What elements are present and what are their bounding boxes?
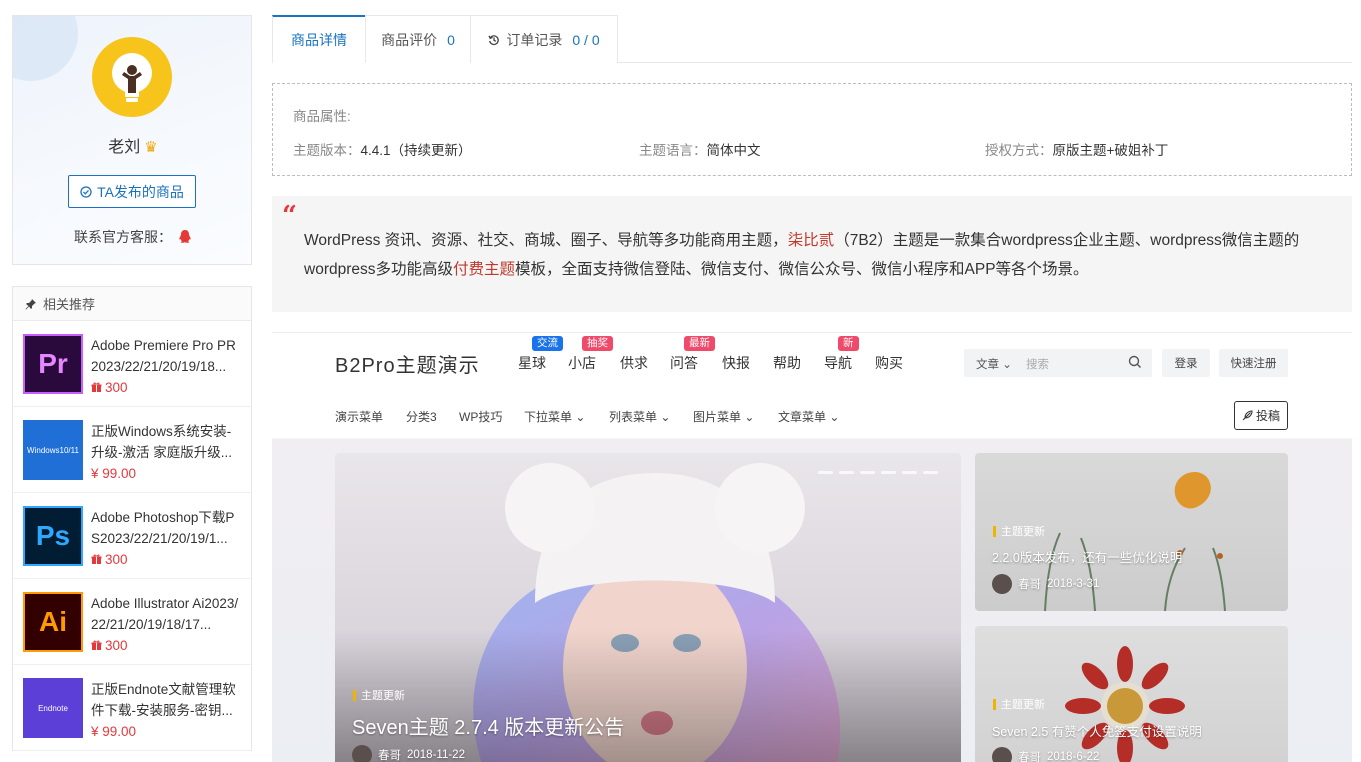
tab-order-records[interactable]: 订单记录 0 / 0 <box>470 15 618 63</box>
slide-title: Seven 2.5 有赞个人免签支付设置说明 <box>992 725 1202 739</box>
preview-subnav-item: 文章菜单 ⌄ <box>778 410 840 424</box>
related-item-title[interactable]: Adobe Illustrator Ai2023/22/21/20/19/18/… <box>91 593 243 635</box>
preview-subnav-item: 图片菜单 ⌄ <box>693 410 755 424</box>
highlight-link[interactable]: 柒比贰 <box>788 232 835 249</box>
preview-subnav-item: 演示菜单 <box>335 410 384 424</box>
preview-post-button: 投稿 <box>1234 401 1288 430</box>
preview-nav-badge: 新 <box>838 336 859 351</box>
avatar <box>992 747 1012 762</box>
preview-subnav-item: 分类3 <box>406 410 437 424</box>
preview-main-slide: 主题更新 Seven主题 2.7.4 版本更新公告 春哥 2018-11-22 <box>335 453 961 762</box>
preview-login: 登录 <box>1162 349 1210 377</box>
history-icon <box>488 34 500 45</box>
preview-nav-item: 小店 <box>568 355 596 371</box>
author-products-button[interactable]: TA发布的商品 <box>68 175 196 208</box>
attribute-license: 授权方式：原版主题+破姐补丁 <box>985 143 1169 158</box>
related-item-price: ¥ 99.00 <box>91 724 137 739</box>
related-item-title[interactable]: Adobe Premiere Pro PR 2023/22/21/20/19/1… <box>91 335 243 377</box>
preview-nav-badge: 最新 <box>684 336 715 351</box>
product-attributes: 商品属性: 主题版本：4.4.1（持续更新） 主题语言：简体中文 授权方式：原版… <box>272 83 1352 176</box>
preview-search-placeholder: 搜索 <box>1026 359 1049 371</box>
theme-preview-image: B2Pro主题演示 星球 交流 小店 抽奖 供求 问答 最新 快报 帮助 导航 新购买 文章 ⌄ 搜… <box>272 332 1352 762</box>
slide-title: 2.2.0版本发布，还有一些优化说明 <box>992 551 1183 565</box>
related-item-price: ¥ 99.00 <box>91 466 137 481</box>
preview-nav-item: 星球 <box>518 355 546 371</box>
crown-icon: ♛ <box>144 139 158 156</box>
related-item[interactable]: Windows10/11 正版Windows系统安装-升级-激活 家庭版升级...… <box>13 407 251 493</box>
related-heading: 相关推荐 <box>13 287 251 321</box>
preview-side-slide: 主题更新 Seven 2.5 有赞个人免签支付设置说明 春哥 2018-6-22 <box>975 626 1288 762</box>
gift-icon <box>91 382 102 392</box>
related-item-price: 300 <box>91 638 128 653</box>
decorative-blob <box>13 16 78 81</box>
attribute-language: 主题语言：简体中文 <box>639 143 761 158</box>
pin-icon <box>25 298 36 309</box>
slide-tag: 主题更新 <box>993 696 1045 712</box>
related-item[interactable]: Ps Adobe Photoshop下载PS2023/22/21/20/19/1.… <box>13 493 251 579</box>
slide-tag: 主题更新 <box>353 687 405 703</box>
preview-nav-badge: 交流 <box>532 336 563 351</box>
qq-icon[interactable] <box>178 229 192 247</box>
author-card: 老刘 ♛ TA发布的商品 联系官方客服： <box>12 15 252 265</box>
quote-icon: “ <box>282 201 297 231</box>
related-item[interactable]: Endnote 正版Endnote文献管理软件下载-安装服务-密钥... ¥ 99.… <box>13 665 251 751</box>
preview-side-slide: 主题更新 2.2.0版本发布，还有一些优化说明 春哥 2018-3-31 <box>975 453 1288 611</box>
slide-meta: 春哥 2018-3-31 <box>992 574 1099 594</box>
author-name[interactable]: 老刘 ♛ <box>13 133 251 157</box>
related-item-price: 300 <box>91 552 128 567</box>
preview-nav-item: 帮助 <box>773 355 801 371</box>
preview-nav-badge: 抽奖 <box>582 336 613 351</box>
preview-search-category: 文章 ⌄ <box>976 359 1012 371</box>
lightbulb-person-icon <box>112 53 152 102</box>
product-thumbnail[interactable]: Windows10/11 <box>23 420 83 480</box>
related-item-title[interactable]: 正版Windows系统安装-升级-激活 家庭版升级... <box>91 421 243 463</box>
product-thumbnail[interactable]: Ai <box>23 592 83 652</box>
attributes-title: 商品属性: <box>293 109 351 124</box>
preview-subnav-item: 下拉菜单 ⌄ <box>524 410 586 424</box>
gift-icon <box>91 554 102 564</box>
slide-tag: 主题更新 <box>993 523 1045 539</box>
slide-meta: 春哥 2018-6-22 <box>992 747 1099 762</box>
search-icon <box>1128 355 1142 372</box>
preview-nav-item: 快报 <box>722 355 750 371</box>
description-quote: “ WordPress 资讯、资源、社交、商城、圈子、导航等多功能商用主题，柒比… <box>272 196 1352 312</box>
avatar[interactable] <box>92 37 172 117</box>
tab-product-details[interactable]: 商品详情 <box>272 15 366 63</box>
preview-logo: B2Pro主题演示 <box>335 355 480 377</box>
preview-register: 快速注册 <box>1219 349 1288 377</box>
contact-support: 联系官方客服： <box>13 227 251 247</box>
description-text: WordPress 资讯、资源、社交、商城、圈子、导航等多功能商用主题，柒比贰（… <box>304 232 1300 278</box>
avatar <box>992 574 1012 594</box>
slide-title: Seven主题 2.7.4 版本更新公告 <box>352 717 625 739</box>
feather-icon <box>1242 410 1253 421</box>
preview-nav-item: 购买 <box>875 355 903 371</box>
preview-nav-item: 供求 <box>620 355 648 371</box>
related-item-title[interactable]: Adobe Photoshop下载PS2023/22/21/20/19/1... <box>91 507 243 549</box>
gift-icon <box>91 640 102 650</box>
avatar <box>352 745 372 762</box>
related-item-title[interactable]: 正版Endnote文献管理软件下载-安装服务-密钥... <box>91 679 243 721</box>
highlight-link[interactable]: 付费主题 <box>453 261 515 278</box>
preview-search: 文章 ⌄ 搜索 <box>964 349 1152 377</box>
slider-dots <box>818 471 938 474</box>
check-circle-icon <box>80 185 92 198</box>
tab-product-reviews[interactable]: 商品评价 0 <box>365 15 471 63</box>
product-thumbnail[interactable]: Endnote <box>23 678 83 738</box>
related-products-panel: 相关推荐 Pr Adobe Premiere Pro PR 2023/22/21/… <box>12 286 252 751</box>
product-thumbnail[interactable]: Ps <box>23 506 83 566</box>
related-item-price: 300 <box>91 380 128 395</box>
product-tabs: 商品详情 商品评价 0 订单记录 0 / 0 <box>272 15 1352 63</box>
related-item[interactable]: Pr Adobe Premiere Pro PR 2023/22/21/20/19… <box>13 321 251 407</box>
attribute-version: 主题版本：4.4.1（持续更新） <box>293 143 472 158</box>
preview-nav-item: 问答 <box>670 355 698 371</box>
flower-photo <box>975 626 1288 762</box>
slide-meta: 春哥 2018-11-22 <box>352 745 465 762</box>
product-thumbnail[interactable]: Pr <box>23 334 83 394</box>
preview-subnav-item: 列表菜单 ⌄ <box>609 410 671 424</box>
related-item[interactable]: Ai Adobe Illustrator Ai2023/22/21/20/19/1… <box>13 579 251 665</box>
preview-subnav-item: WP技巧 <box>459 410 503 424</box>
preview-nav-item: 导航 <box>824 355 852 371</box>
